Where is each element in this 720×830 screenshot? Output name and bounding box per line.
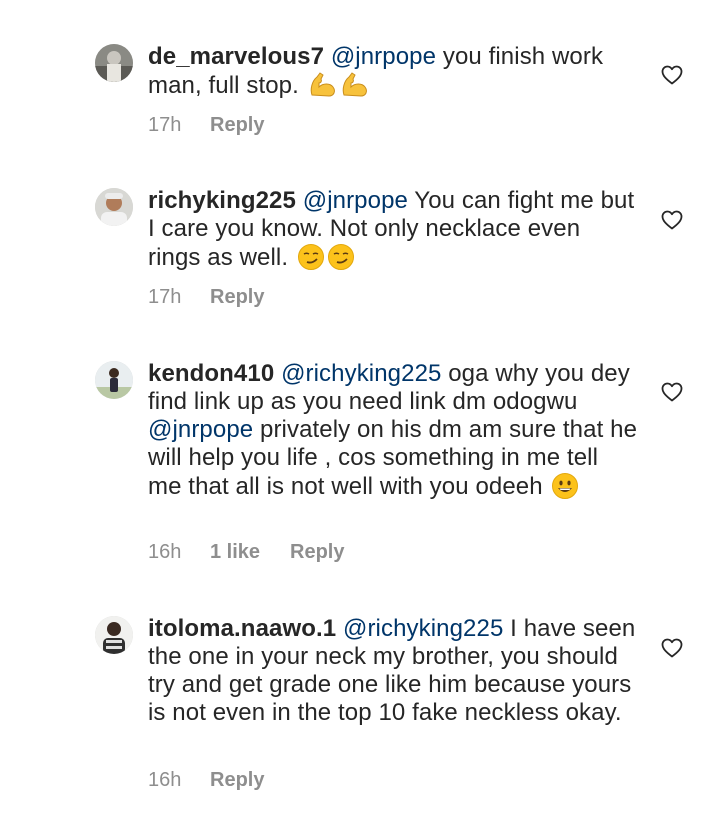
mention-link[interactable]: @richyking225	[281, 360, 441, 387]
reply-button[interactable]: Reply	[210, 114, 264, 137]
comment-username[interactable]: de_marvelous7	[148, 43, 324, 70]
avatar[interactable]	[95, 616, 133, 654]
reply-button[interactable]: Reply	[290, 541, 344, 564]
comment-text: itoloma.naawo.1 @richyking225 I have see…	[148, 615, 638, 727]
reply-button[interactable]: Reply	[210, 286, 264, 309]
flexed-biceps-icon	[340, 71, 370, 106]
avatar[interactable]	[95, 361, 133, 399]
heart-icon[interactable]	[660, 636, 684, 660]
avatar[interactable]	[95, 188, 133, 226]
comment-text: kendon410 @richyking225 oga why you dey …	[148, 360, 638, 507]
comment-timestamp: 16h	[148, 769, 182, 791]
comment-meta: 17h Reply	[148, 286, 264, 309]
heart-icon[interactable]	[660, 380, 684, 404]
mention-link[interactable]: @richyking225	[343, 615, 503, 642]
mention-link[interactable]: @jnrpope	[303, 187, 408, 214]
comment-timestamp: 17h	[148, 114, 182, 136]
heart-icon[interactable]	[660, 63, 684, 87]
mention-link[interactable]: @jnrpope	[331, 43, 436, 70]
comment-text: richyking225 @jnrpope You can fight me b…	[148, 187, 638, 278]
comment-meta: 17h Reply	[148, 114, 264, 137]
heart-icon[interactable]	[660, 208, 684, 232]
smirking-face-icon	[327, 243, 355, 278]
smirking-face-icon	[297, 243, 325, 278]
comment-username[interactable]: itoloma.naawo.1	[148, 615, 336, 642]
grinning-face-icon	[551, 472, 579, 507]
comment-username[interactable]: richyking225	[148, 187, 296, 214]
reply-button[interactable]: Reply	[210, 769, 264, 792]
like-count[interactable]: 1 like	[210, 541, 290, 564]
comment-timestamp: 17h	[148, 286, 182, 308]
avatar[interactable]	[95, 44, 133, 82]
comment-text: de_marvelous7 @jnrpope you finish work m…	[148, 43, 638, 106]
comment-timestamp: 16h	[148, 541, 182, 563]
comment-username[interactable]: kendon410	[148, 360, 274, 387]
comment-meta: 16h Reply	[148, 769, 264, 792]
comment-meta: 16h 1 like Reply	[148, 541, 344, 564]
mention-link[interactable]: @jnrpope	[148, 416, 253, 443]
flexed-biceps-icon	[308, 71, 338, 106]
